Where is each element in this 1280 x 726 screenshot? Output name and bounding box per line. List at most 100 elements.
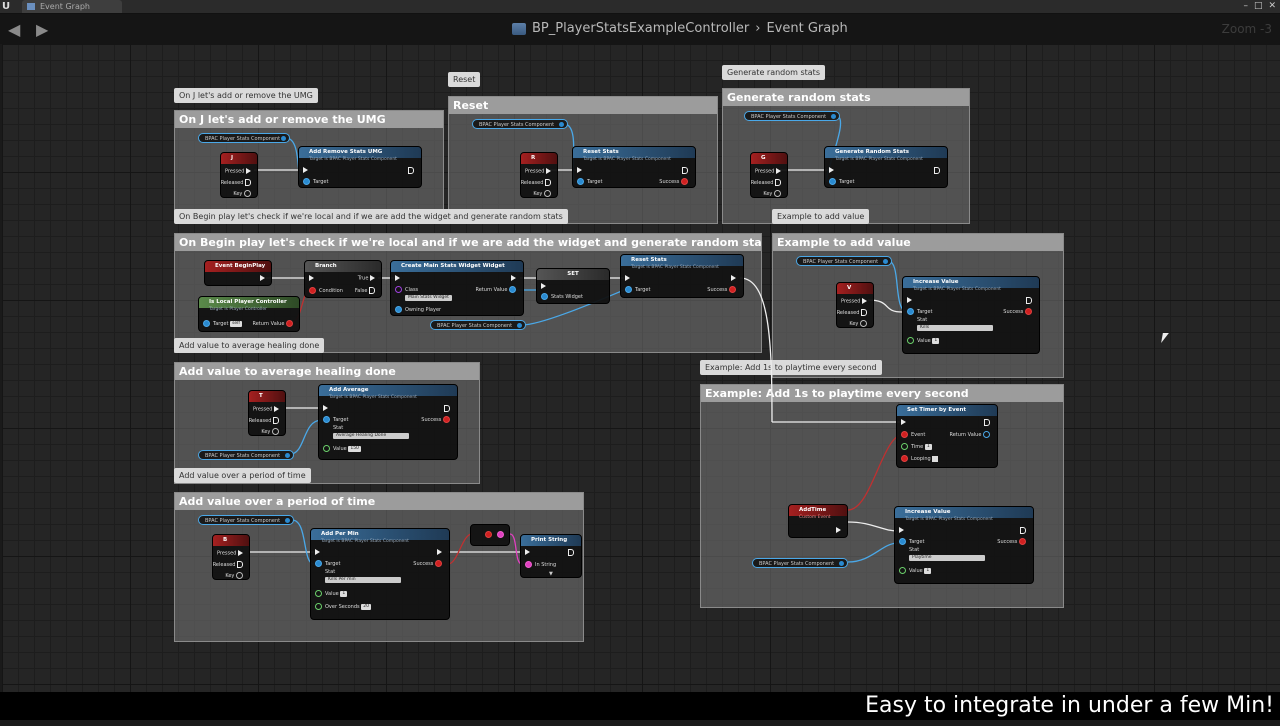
component-reference[interactable]: BPAC Player Stats Component bbox=[198, 450, 294, 460]
breadcrumb-blueprint[interactable]: BP_PlayerStatsExampleController bbox=[532, 21, 749, 36]
success-pin: Success bbox=[1003, 308, 1035, 315]
breadcrumb-graph[interactable]: Event Graph bbox=[766, 21, 847, 36]
node-title: Set Timer by Event bbox=[897, 405, 997, 416]
value-pin[interactable]: Value 1 bbox=[315, 590, 348, 597]
graph-canvas[interactable]: On J let's add or remove the UMG On J le… bbox=[2, 44, 1280, 726]
increase-value-node[interactable]: Increase Value Target is BPAC Player Sta… bbox=[902, 276, 1040, 354]
component-reference[interactable]: BPAC Player Stats Component bbox=[430, 320, 526, 330]
create-widget-node[interactable]: Create Main Stats Widget Widget Class Ma… bbox=[390, 260, 524, 316]
target-pin: Target bbox=[323, 416, 348, 423]
time-pin[interactable]: Time 1 bbox=[901, 443, 932, 450]
value-pin[interactable]: Value 1 bbox=[907, 337, 940, 344]
conversion-node[interactable] bbox=[470, 524, 510, 546]
component-reference[interactable]: BPAC Player Stats Component bbox=[198, 515, 294, 525]
addtime-custom-event-node[interactable]: AddTime Custom Event bbox=[788, 504, 848, 538]
add-remove-umg-node[interactable]: Add Remove Stats UMG Target is BPAC Play… bbox=[298, 146, 422, 188]
stat-dropdown[interactable]: Average Healing Done bbox=[333, 432, 409, 439]
exec-in-pin bbox=[625, 275, 633, 282]
stat-dropdown[interactable]: Kills Per min bbox=[325, 576, 401, 583]
looping-pin[interactable]: Looping bbox=[901, 455, 939, 462]
node-subtitle: Target is BPAC Player Stats Component bbox=[905, 517, 993, 522]
zoom-level: Zoom -3 bbox=[1221, 22, 1272, 36]
maximize-button[interactable]: □ bbox=[1254, 0, 1263, 13]
add-per-min-node[interactable]: Add Per Min Target is BPAC Player Stats … bbox=[310, 528, 450, 620]
component-reference[interactable]: BPAC Player Stats Component bbox=[198, 133, 290, 143]
node-subtitle: Target is BPAC Player Stats Component bbox=[913, 287, 1001, 292]
component-reference[interactable]: BPAC Player Stats Component bbox=[744, 111, 840, 121]
target-pin: Target bbox=[625, 286, 650, 293]
exec-out-pin bbox=[260, 275, 268, 282]
component-reference[interactable]: BPAC Player Stats Component bbox=[752, 558, 848, 568]
node-subtitle: Target is BPAC Player Stats Component bbox=[321, 539, 409, 544]
key-g-event-node[interactable]: G Pressed Released Key bbox=[750, 152, 788, 198]
add-average-node[interactable]: Add Average Target is BPAC Player Stats … bbox=[318, 384, 458, 460]
node-title: B bbox=[213, 535, 249, 546]
minimize-button[interactable]: – bbox=[1243, 0, 1248, 13]
exec-out-pin bbox=[568, 549, 577, 556]
node-title: Create Main Stats Widget Widget bbox=[391, 261, 523, 272]
key-j-event-node[interactable]: J Pressed Released Key bbox=[220, 152, 258, 198]
event-pin: Event bbox=[901, 431, 925, 438]
expand-chevron-icon[interactable]: ▼ bbox=[549, 571, 553, 577]
back-arrow-icon[interactable]: ◀ bbox=[8, 20, 20, 39]
generate-random-stats-node[interactable]: Generate Random Stats Target is BPAC Pla… bbox=[824, 146, 948, 188]
key-b-event-node[interactable]: B Pressed Released Key bbox=[212, 534, 250, 580]
caption-banner: Easy to integrate in under a few Min! bbox=[0, 692, 1280, 720]
stat-dropdown[interactable]: Kills bbox=[917, 324, 993, 331]
class-value[interactable]: Main Stats Widget bbox=[405, 294, 452, 301]
set-timer-by-event-node[interactable]: Set Timer by Event Event Return Value Ti… bbox=[896, 404, 998, 468]
node-subtitle: Target is BPAC Player Stats Component bbox=[583, 157, 671, 162]
value-pin[interactable]: Value 150 bbox=[323, 445, 361, 452]
exec-in-pin bbox=[829, 167, 837, 174]
node-subtitle: Custom Event bbox=[799, 515, 831, 520]
exec-out-pin bbox=[511, 275, 519, 282]
stat-label: Stat bbox=[917, 317, 928, 323]
node-title: Branch bbox=[305, 261, 381, 272]
false-pin: False bbox=[355, 287, 378, 294]
pressed-pin: Pressed bbox=[525, 168, 554, 175]
value-pin[interactable]: Value 1 bbox=[899, 567, 932, 574]
key-r-event-node[interactable]: R Pressed Released Key bbox=[520, 152, 558, 198]
key-t-event-node[interactable]: T Pressed Released Key bbox=[248, 390, 286, 436]
graph-toolbar: ◀ ▶ BP_PlayerStatsExampleController › Ev… bbox=[0, 14, 1280, 44]
target-pin: Target bbox=[899, 538, 924, 545]
exec-in-pin bbox=[901, 419, 909, 426]
set-stats-widget-node[interactable]: SET Stats Widget bbox=[536, 268, 610, 304]
target-pin: Target bbox=[303, 178, 328, 185]
success-pin: Success bbox=[707, 286, 739, 293]
node-subtitle: Target is BPAC Player Stats Component bbox=[631, 265, 719, 270]
target-pin: Target bbox=[829, 178, 854, 185]
component-reference[interactable]: BPAC Player Stats Component bbox=[796, 256, 892, 266]
over-seconds-pin[interactable]: Over Seconds 20 bbox=[315, 603, 371, 610]
released-pin: Released bbox=[221, 179, 254, 186]
close-button[interactable]: ✕ bbox=[1268, 0, 1276, 13]
print-string-node[interactable]: Print String In String ▼ bbox=[520, 534, 582, 578]
key-pin: Key bbox=[233, 190, 254, 197]
node-title: J bbox=[221, 153, 257, 164]
exec-in-pin bbox=[577, 167, 585, 174]
window-titlebar: U Event Graph – □ ✕ bbox=[0, 0, 1280, 14]
is-local-player-node[interactable]: Is Local Player Controller Target is Pla… bbox=[198, 296, 300, 332]
stat-label: Stat bbox=[909, 547, 920, 553]
stat-dropdown[interactable]: Playtime bbox=[909, 554, 985, 561]
component-reference[interactable]: BPAC Player Stats Component bbox=[472, 119, 568, 129]
input-pin bbox=[485, 531, 495, 538]
graph-icon bbox=[27, 3, 35, 10]
tab-label: Event Graph bbox=[40, 2, 90, 11]
event-beginplay-node[interactable]: Event BeginPlay bbox=[204, 260, 272, 286]
node-title: G bbox=[751, 153, 787, 164]
exec-out-pin bbox=[934, 167, 943, 174]
increase-value-node[interactable]: Increase Value Target is BPAC Player Sta… bbox=[894, 506, 1034, 584]
success-pin: Success bbox=[659, 178, 691, 185]
branch-node[interactable]: Branch True Condition False bbox=[304, 260, 382, 298]
exec-out-pin bbox=[731, 275, 739, 282]
reset-stats-node[interactable]: Reset Stats Target is BPAC Player Stats … bbox=[620, 254, 744, 298]
node-title: Event BeginPlay bbox=[205, 261, 271, 272]
unreal-logo-icon: U bbox=[2, 1, 11, 12]
forward-arrow-icon[interactable]: ▶ bbox=[36, 20, 48, 39]
window-controls: – □ ✕ bbox=[1243, 0, 1276, 13]
reset-stats-node[interactable]: Reset Stats Target is BPAC Player Stats … bbox=[572, 146, 696, 188]
target-pin: Target self bbox=[203, 320, 243, 327]
tab-event-graph[interactable]: Event Graph bbox=[22, 0, 122, 13]
key-v-event-node[interactable]: V Pressed Released Key bbox=[836, 282, 874, 328]
